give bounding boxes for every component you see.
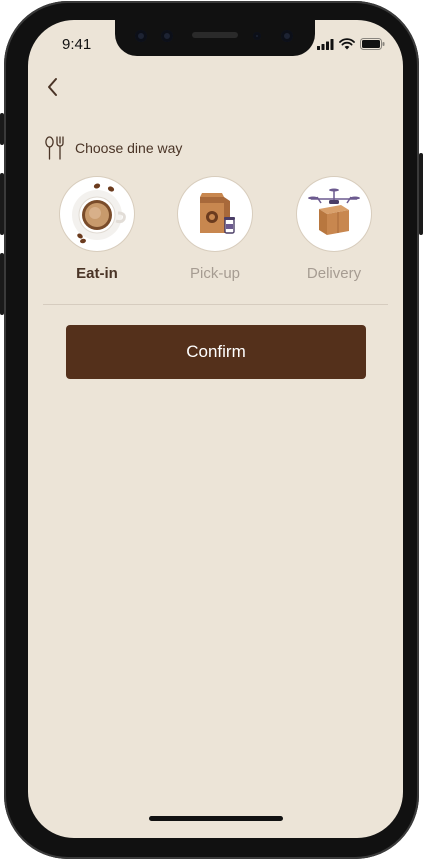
wifi-icon [339, 38, 355, 50]
delivery-circle [297, 177, 371, 251]
option-pick-up[interactable]: Pick-up [165, 177, 265, 282]
option-pick-up-label: Pick-up [189, 265, 241, 282]
pick-up-circle [178, 177, 252, 251]
battery-icon [360, 38, 385, 50]
chevron-left-icon [48, 78, 57, 96]
home-indicator[interactable] [149, 816, 283, 821]
dine-way-header: Choose dine way [44, 136, 182, 160]
fork-spoon-icon [45, 136, 64, 160]
option-eat-in[interactable]: Eat-in [47, 177, 147, 282]
mute-switch [0, 113, 4, 145]
confirm-button[interactable]: Confirm [66, 325, 366, 379]
notch [115, 20, 315, 56]
divider [43, 304, 388, 305]
volume-down-button [0, 253, 4, 315]
option-eat-in-label: Eat-in [76, 265, 118, 282]
power-button [419, 153, 423, 235]
dine-way-label: Choose dine way [75, 140, 183, 156]
app-screen: 9:41 Choose dine way Eat-in Pick-up Deli… [28, 20, 403, 838]
face-id-sensor [161, 30, 173, 42]
proximity-sensor [253, 32, 261, 40]
drone-box-icon [308, 188, 360, 235]
ambient-sensor [281, 30, 293, 42]
earpiece-speaker [192, 32, 238, 38]
status-icons [317, 38, 385, 50]
phone-frame: 9:41 Choose dine way Eat-in Pick-up Deli… [0, 1, 423, 859]
signal-icon [317, 38, 334, 50]
dine-way-options: Eat-in Pick-up Delivery [28, 177, 403, 297]
option-delivery-label: Delivery [306, 265, 362, 282]
status-time: 9:41 [62, 36, 92, 53]
takeaway-bag-icon [200, 193, 235, 234]
volume-up-button [0, 173, 4, 235]
option-delivery[interactable]: Delivery [284, 177, 384, 282]
eat-in-circle [60, 177, 134, 251]
front-camera [135, 30, 147, 42]
coffee-cup-icon [72, 183, 126, 244]
back-button[interactable] [40, 74, 64, 100]
